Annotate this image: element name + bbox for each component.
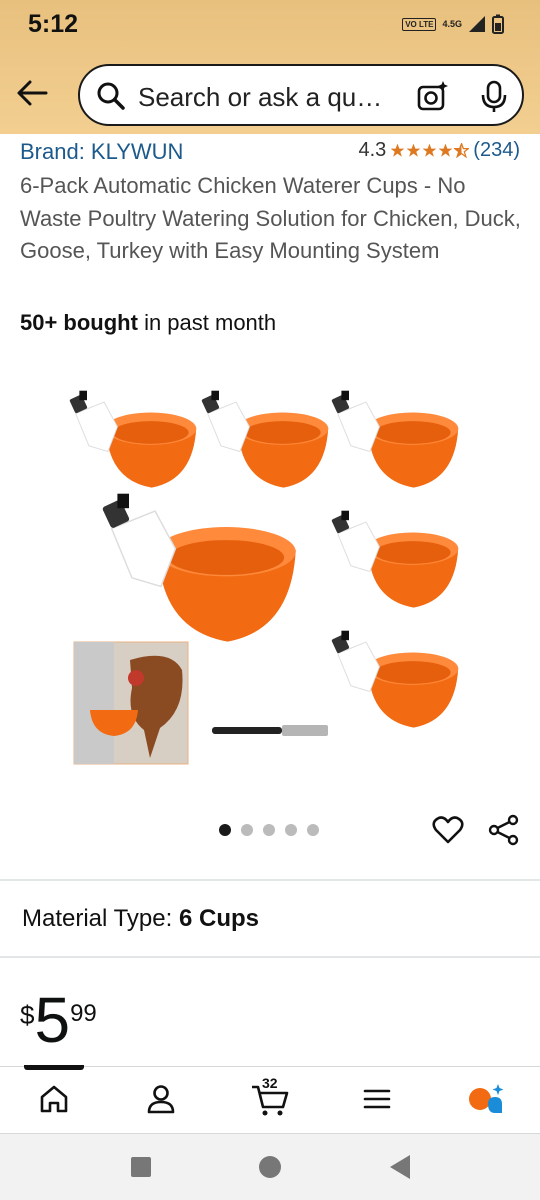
waterer-cup <box>330 510 459 609</box>
purchase-activity: 50+ bought in past month <box>20 310 276 336</box>
rufus-assistant-icon[interactable] <box>466 1083 506 1117</box>
price-fraction: 99 <box>70 1000 97 1027</box>
material-type-label: Material Type: <box>22 905 173 932</box>
drill-bit <box>212 725 328 736</box>
volte-icon: VO LTE <box>402 17 437 31</box>
waterer-cup-large <box>101 492 297 643</box>
star-icon <box>438 143 453 157</box>
half-star-icon <box>454 143 470 158</box>
back-arrow-icon[interactable] <box>14 76 50 110</box>
cart-count: 32 <box>262 1075 278 1091</box>
recent-apps-icon[interactable] <box>130 1156 152 1178</box>
home-icon[interactable] <box>38 1083 70 1115</box>
chicken-inset-photo <box>73 641 189 765</box>
home-circle-icon[interactable] <box>258 1155 282 1179</box>
product-image[interactable] <box>60 370 480 780</box>
status-time: 5:12 <box>28 10 79 38</box>
star-icon <box>390 143 405 157</box>
brand-link[interactable]: Brand: KLYWUN <box>20 139 183 165</box>
share-icon[interactable] <box>488 814 520 846</box>
active-tab-indicator <box>24 1065 84 1070</box>
price: $ 5 99 <box>20 988 97 1052</box>
price-currency: $ <box>20 1000 35 1030</box>
carousel-dot[interactable] <box>219 824 231 836</box>
carousel-dot[interactable] <box>307 824 319 836</box>
image-carousel-dots <box>219 824 319 836</box>
carousel-dot[interactable] <box>263 824 275 836</box>
star-icon <box>422 143 437 157</box>
account-icon[interactable] <box>145 1083 177 1115</box>
camera-search-icon[interactable] <box>416 80 450 114</box>
search-placeholder: Search or ask a qu… <box>138 82 383 112</box>
network-type: 4.5G <box>442 18 462 29</box>
bought-period: in past month <box>137 310 277 335</box>
bought-count: 50+ bought <box>20 310 138 335</box>
battery-icon <box>492 14 504 34</box>
waterer-cup <box>68 390 197 489</box>
menu-icon[interactable] <box>362 1083 392 1115</box>
star-icon <box>406 143 421 157</box>
section-divider <box>0 879 540 881</box>
heart-icon[interactable] <box>432 814 464 846</box>
rating-summary[interactable]: 4.3 (234) <box>358 139 520 162</box>
carousel-dot[interactable] <box>241 824 253 836</box>
price-whole: 5 <box>34 984 71 1056</box>
rating-value: 4.3 <box>358 139 387 161</box>
waterer-cup <box>330 390 459 489</box>
product-title: 6-Pack Automatic Chicken Waterer Cups - … <box>20 173 521 263</box>
waterer-cup <box>200 390 329 489</box>
search-icon <box>97 82 125 110</box>
bottom-navigation: 32 <box>0 1065 540 1134</box>
material-type-value: 6 Cups <box>178 905 259 932</box>
waterer-cup <box>330 630 459 729</box>
app-header: 5:12 VO LTE 4.5G Search or ask a qu… <box>0 0 540 134</box>
cart-button[interactable]: 32 <box>250 1075 290 1119</box>
status-icons: VO LTE 4.5G <box>402 14 504 34</box>
system-navigation-bar <box>0 1134 540 1200</box>
material-type-selector[interactable]: Material Type: 6 Cups <box>22 905 259 933</box>
star-rating <box>390 143 470 158</box>
system-back-icon[interactable] <box>388 1154 412 1180</box>
search-input[interactable]: Search or ask a qu… <box>78 64 524 126</box>
microphone-icon[interactable] <box>480 80 508 114</box>
signal-icon <box>469 16 485 32</box>
carousel-dot[interactable] <box>285 824 297 836</box>
rating-count: (234) <box>473 139 520 161</box>
section-divider <box>0 956 540 958</box>
